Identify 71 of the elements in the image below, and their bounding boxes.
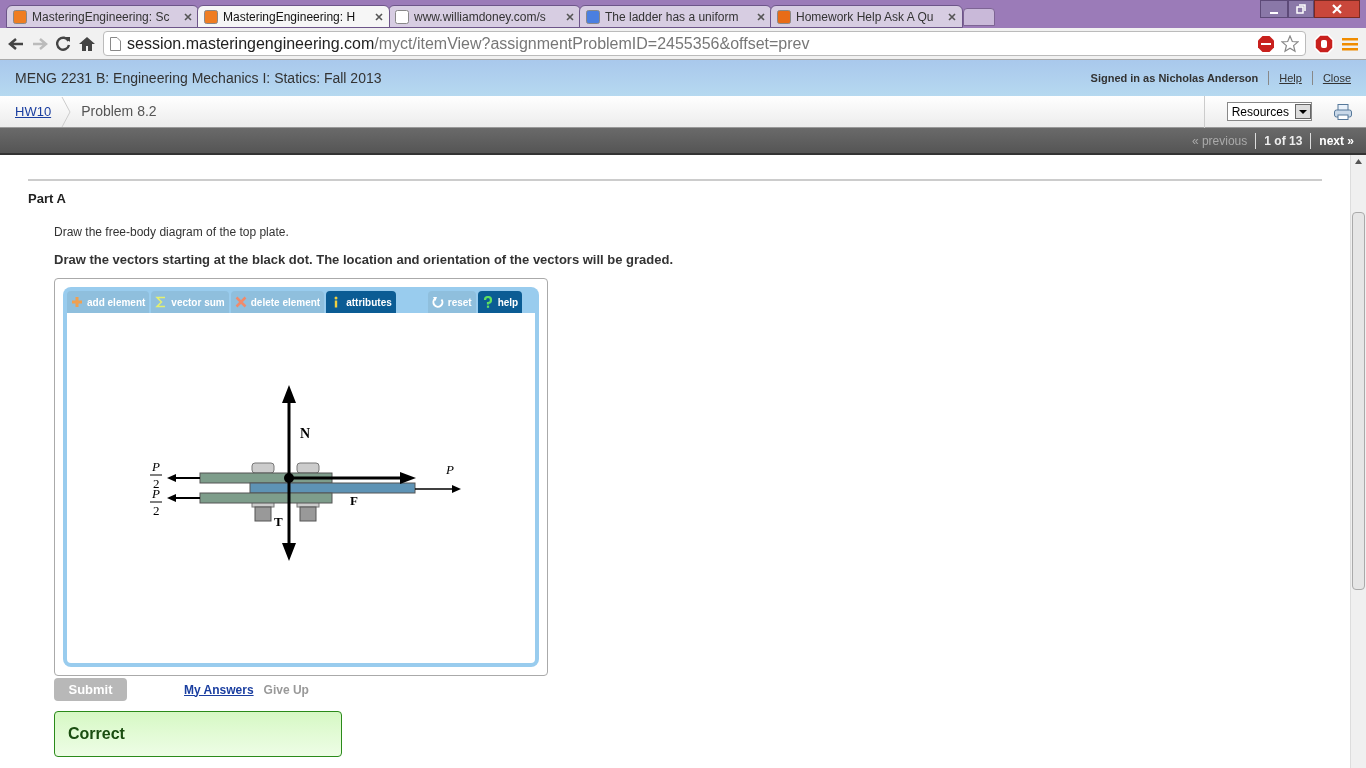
restore-button[interactable] <box>1288 0 1314 18</box>
browser-tab[interactable]: www.williamdoney.com/s <box>388 5 581 28</box>
home-icon[interactable] <box>79 36 95 51</box>
assignment-link[interactable]: HW10 <box>15 101 52 122</box>
logo-icon <box>204 9 218 24</box>
browser-tab[interactable]: The ladder has a uniform <box>579 5 772 28</box>
tool-button[interactable]: help <box>477 291 523 313</box>
sigma-icon <box>155 296 168 308</box>
adblock-icon[interactable] <box>1257 34 1275 53</box>
close-icon[interactable] <box>184 12 192 21</box>
close-icon <box>1332 4 1342 14</box>
plus-icon <box>71 296 83 308</box>
next-link[interactable]: next » <box>1319 131 1354 150</box>
back-icon[interactable] <box>8 36 24 51</box>
instruction-text: Draw the free-body diagram of the top plate. <box>54 223 290 241</box>
load-arrow <box>167 494 201 502</box>
help-link[interactable]: Help <box>1279 69 1302 87</box>
minimize-icon <box>1270 12 1278 14</box>
close-icon[interactable] <box>375 12 383 21</box>
logo-icon <box>777 9 791 24</box>
scroll-up-icon[interactable] <box>1355 159 1362 164</box>
signed-in-text: Signed in as Nicholas Anderson <box>1090 70 1259 86</box>
scrollbar[interactable] <box>1350 155 1366 768</box>
problem-position: 1 of 13 <box>1264 132 1303 150</box>
browser-tab[interactable]: MasteringEngineering: H <box>197 5 390 28</box>
breadcrumb-chevron-icon <box>61 96 72 127</box>
load-fraction-denominator: 2 <box>153 476 160 491</box>
course-title: MENG 2231 B: Engineering Mechanics I: Statics: Fall 2013 <box>15 68 382 88</box>
scrollbar-thumb[interactable] <box>1352 212 1365 590</box>
close-window-button[interactable] <box>1314 0 1360 18</box>
restore-icon <box>1296 4 1306 14</box>
normal-force-label: N <box>300 426 311 441</box>
instruction-note: Draw the vectors starting at the black dot. The location and orientation of the vectors will be graded. <box>54 250 675 269</box>
my-answers-link[interactable]: My Answers <box>184 680 254 699</box>
reset-icon <box>431 296 444 308</box>
dropdown-caret-icon <box>1295 104 1311 119</box>
url-host: session.masteringengineering.com <box>127 34 375 52</box>
minimize-button[interactable] <box>1260 0 1288 18</box>
origin-dot <box>284 473 294 483</box>
load-fraction-numerator: P <box>152 459 160 474</box>
logo-icon <box>586 9 600 24</box>
tension-label: T <box>274 514 283 529</box>
load-arrow <box>414 485 461 493</box>
star-icon[interactable] <box>1281 34 1299 53</box>
drawing-canvas[interactable]: N P P 2 P F 2 T <box>67 313 535 663</box>
problem-title: Problem 8.2 <box>81 102 157 121</box>
close-icon[interactable] <box>757 12 765 21</box>
load-label: P <box>446 462 454 477</box>
close-icon[interactable] <box>566 12 574 21</box>
friction-force-label: F <box>350 493 358 508</box>
load-arrow <box>167 474 201 482</box>
resources-dropdown[interactable]: Resources <box>1226 102 1312 121</box>
close-icon[interactable] <box>948 12 956 21</box>
browser-tab[interactable]: Homework Help Ask A Qu <box>770 5 963 28</box>
page-icon <box>110 36 121 51</box>
logo-icon <box>13 9 27 24</box>
print-icon[interactable] <box>1334 103 1352 120</box>
stop-sign-icon[interactable] <box>1314 33 1334 54</box>
x-icon <box>234 296 247 308</box>
url-path: /myct/itemView?assignmentProblemID=2455356&offset=prev <box>374 34 810 52</box>
close-link[interactable]: Close <box>1322 69 1351 87</box>
question-icon <box>481 296 494 308</box>
new-tab-button[interactable] <box>963 8 995 26</box>
part-title: Part A <box>28 190 67 208</box>
page-icon <box>395 9 409 24</box>
browser-tab[interactable]: MasteringEngineering: Sc <box>6 5 199 28</box>
tool-button[interactable]: attributes <box>326 291 396 313</box>
address-bar[interactable]: session.masteringengineering.com/myct/itemView?assignmentProblemID=2455356&offset=prev <box>103 31 1306 56</box>
load-fraction-denominator: 2 <box>153 503 160 518</box>
reload-icon[interactable] <box>56 36 71 51</box>
feedback-box: Correct <box>54 711 342 757</box>
